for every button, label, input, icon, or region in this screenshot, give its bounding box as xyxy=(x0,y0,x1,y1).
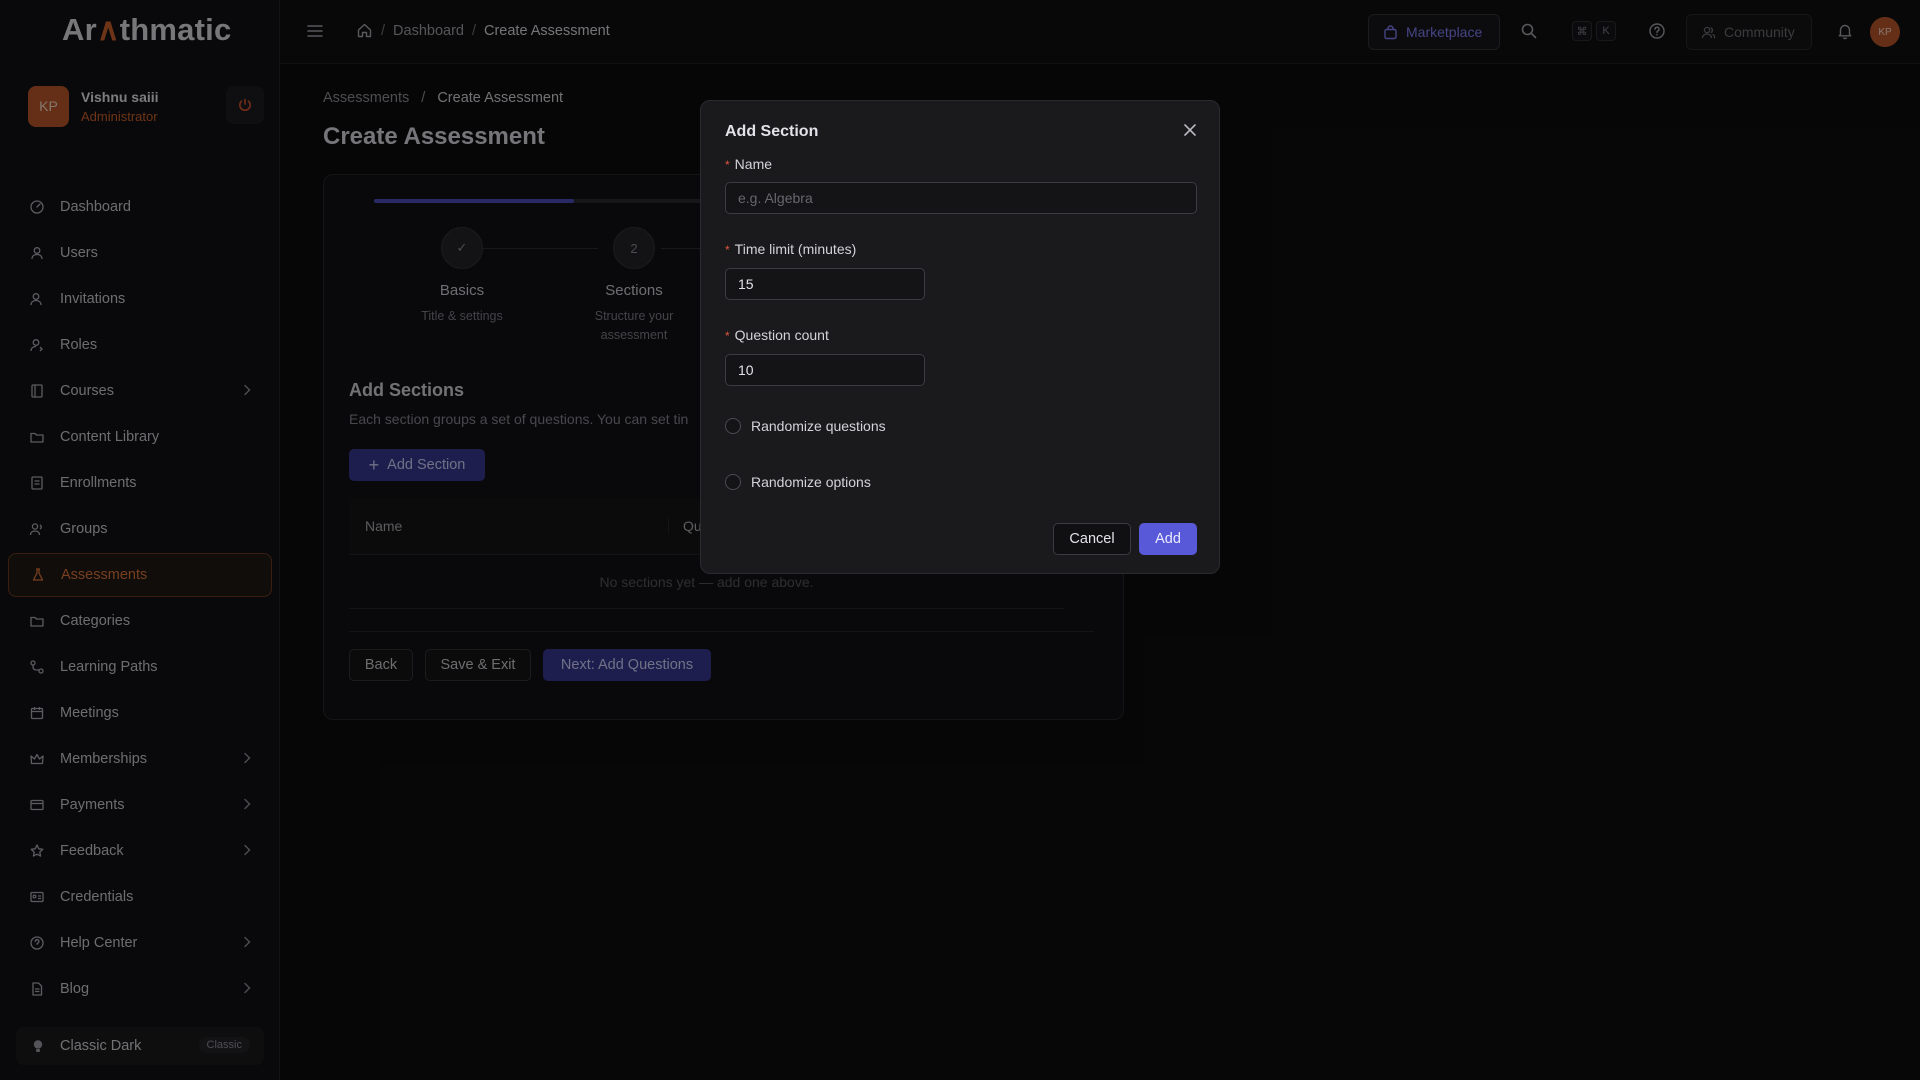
required-mark: * xyxy=(725,243,730,257)
randomize-options-option[interactable]: Randomize options xyxy=(725,474,871,490)
randomize-questions-checkbox[interactable] xyxy=(725,418,741,434)
randomize-questions-option[interactable]: Randomize questions xyxy=(725,418,886,434)
randomize-options-label: Randomize options xyxy=(751,474,871,490)
question-count-label: * Question count xyxy=(725,327,829,343)
name-input[interactable] xyxy=(725,182,1197,214)
close-icon xyxy=(1184,124,1196,136)
required-mark: * xyxy=(725,329,730,343)
name-label: * Name xyxy=(725,156,772,172)
question-count-label-text: Question count xyxy=(734,327,829,343)
question-count-input[interactable] xyxy=(725,354,925,386)
name-label-text: Name xyxy=(734,156,773,172)
randomize-options-checkbox[interactable] xyxy=(725,474,741,490)
cancel-button[interactable]: Cancel xyxy=(1053,523,1131,555)
time-limit-label-text: Time limit (minutes) xyxy=(734,241,857,257)
add-button[interactable]: Add xyxy=(1139,523,1197,555)
add-section-modal: Add Section *Name *Time limit (minutes) … xyxy=(700,100,1220,574)
app-root: Ar∧thmatic KP Vishnu saiii Administrator… xyxy=(0,0,1920,1080)
modal-title: Add Section xyxy=(725,123,819,140)
time-limit-label: * Time limit (minutes) xyxy=(725,241,856,257)
close-button[interactable] xyxy=(1179,119,1201,141)
randomize-questions-label: Randomize questions xyxy=(751,418,886,434)
time-limit-input[interactable] xyxy=(725,268,925,300)
required-mark: * xyxy=(725,158,730,172)
